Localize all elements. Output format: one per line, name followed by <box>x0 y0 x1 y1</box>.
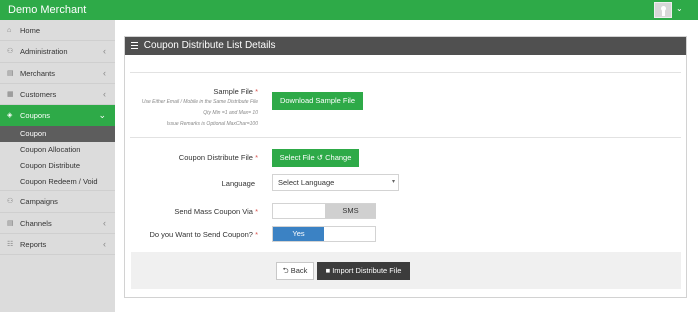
channels-icon: ▤ <box>7 219 14 227</box>
dropdown-arrow-icon: ▾ <box>391 179 395 185</box>
coupon-distribute-file-label: Coupon Distribute File * <box>178 153 258 162</box>
cart-icon: ☷ <box>7 241 14 249</box>
chevron-left-icon: ‹ <box>103 217 106 228</box>
sidebar-item-label: Reports <box>20 240 47 250</box>
toggle-option-yes[interactable]: Yes <box>273 227 324 241</box>
sidebar-item-label: Home <box>20 26 41 35</box>
toggle-option-sms[interactable]: SMS <box>325 204 376 218</box>
divider <box>130 72 681 73</box>
toggle-option-empty[interactable] <box>273 204 324 218</box>
sidebar-item-merchants[interactable]: ▤ Merchants ‹ <box>0 63 115 84</box>
back-button[interactable]: ⮌ Back <box>276 262 314 280</box>
sidebar-item-label: Campaigns <box>20 197 58 207</box>
merchants-icon: ▤ <box>7 69 14 77</box>
sample-file-label: Sample File * <box>213 87 258 96</box>
sidebar-item-coupons[interactable]: ◈ Coupons ⌄ <box>0 105 115 127</box>
divider <box>130 137 681 138</box>
panel-header: Coupon Distribute List Details <box>125 37 686 55</box>
top-bar: Demo Merchant ⌄ <box>0 0 698 20</box>
campaign-icon: ⚇ <box>7 198 14 206</box>
sample-file-hint-3: Issue Remarks is Optional MaxChar=100 <box>166 121 258 127</box>
users-icon: ⚇ <box>7 48 14 56</box>
sidebar-item-campaigns[interactable]: ⚇ Campaigns <box>0 191 115 213</box>
change-file-button[interactable]: ↺ Change <box>317 153 352 162</box>
submenu-item-coupon-redeem-void[interactable]: Coupon Redeem / Void <box>0 174 115 191</box>
sidebar-item-customers[interactable]: ▦ Customers ‹ <box>0 84 115 106</box>
customers-icon: ▦ <box>7 90 14 98</box>
sidebar-item-label: Coupons <box>20 111 51 121</box>
chevron-down-icon: ⌄ <box>98 110 106 121</box>
coupon-icon: ◈ <box>7 112 13 120</box>
send-coupon-label: Do you Want to Send Coupon? * <box>149 230 258 239</box>
download-sample-file-button[interactable]: Download Sample File <box>272 92 363 110</box>
sidebar-item-label: Channels <box>20 218 52 228</box>
submenu-item-coupon[interactable]: Coupon <box>0 126 115 143</box>
language-label: Language <box>221 179 255 188</box>
sidebar: ⌂ Home ⚇ Administration ‹ ▤ Merchants ‹ … <box>0 20 115 312</box>
sidebar-item-label: Merchants <box>20 68 56 78</box>
chevron-left-icon: ‹ <box>103 88 106 99</box>
user-avatar-icon[interactable] <box>654 2 672 18</box>
sidebar-item-channels[interactable]: ▤ Channels ‹ <box>0 213 115 235</box>
sidebar-item-administration[interactable]: ⚇ Administration ‹ <box>0 41 115 63</box>
user-menu-caret-icon[interactable]: ⌄ <box>676 4 683 13</box>
file-picker[interactable]: Select File ↺ Change <box>272 149 359 167</box>
list-icon <box>131 40 138 51</box>
send-coupon-toggle[interactable]: Yes <box>272 226 376 242</box>
toggle-option-no[interactable] <box>325 227 376 241</box>
sidebar-item-label: Customers <box>20 89 57 99</box>
home-icon: ⌂ <box>7 27 12 34</box>
sample-file-hint-1: Use Either Email / Mobile in the Same Di… <box>141 99 258 105</box>
language-select[interactable]: Select Language ▾ <box>272 174 399 191</box>
chevron-left-icon: ‹ <box>103 46 106 57</box>
import-distribute-file-button[interactable]: ■ Import Distribute File <box>317 262 410 280</box>
send-mass-coupon-toggle[interactable]: SMS <box>272 203 376 219</box>
sidebar-item-label: Administration <box>20 47 68 57</box>
sidebar-item-home[interactable]: ⌂ Home <box>0 20 115 42</box>
sample-file-hint-2: Qty Min =1 and Max= 10 <box>203 110 258 116</box>
submenu-item-coupon-distribute[interactable]: Coupon Distribute <box>0 158 115 175</box>
language-select-value: Select Language <box>278 178 335 187</box>
select-file-button[interactable]: Select File <box>280 153 315 162</box>
submenu-item-coupon-allocation[interactable]: Coupon Allocation <box>0 142 115 159</box>
brand-title: Demo Merchant <box>8 4 87 16</box>
panel-title: Coupon Distribute List Details <box>143 40 276 51</box>
send-mass-coupon-label: Send Mass Coupon Via * <box>174 207 258 216</box>
chevron-left-icon: ‹ <box>103 67 106 78</box>
sidebar-item-reports[interactable]: ☷ Reports ‹ <box>0 234 115 256</box>
chevron-left-icon: ‹ <box>103 239 106 250</box>
coupons-submenu: Coupon Coupon Allocation Coupon Distribu… <box>0 126 115 192</box>
